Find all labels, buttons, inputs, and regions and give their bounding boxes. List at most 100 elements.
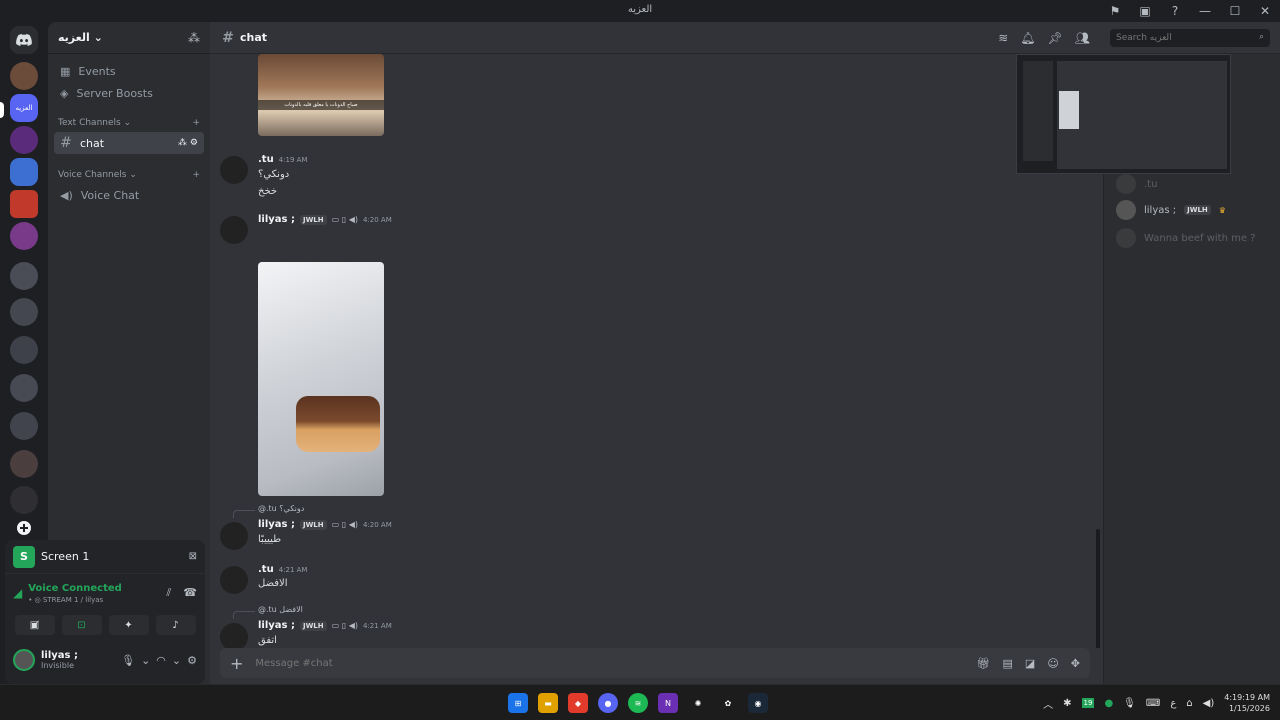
add-server-button[interactable] (10, 514, 38, 542)
member-item[interactable]: lilyas ; JWLH ♛ (1116, 200, 1226, 220)
soundboard-button[interactable]: ♪ (155, 615, 196, 635)
avatar[interactable] (220, 216, 248, 244)
guild-tag[interactable]: JWLH (299, 519, 327, 530)
avatar[interactable] (220, 156, 248, 184)
reply-preview[interactable]: @.tu الافضل (258, 605, 303, 614)
chevron-down-icon[interactable]: ⌄ (141, 654, 150, 667)
search-input[interactable] (1116, 32, 1246, 44)
signal-icon[interactable]: ◢ (13, 586, 22, 600)
steam-icon[interactable]: ◉ (748, 693, 768, 713)
file-explorer-icon[interactable]: ▬ (538, 693, 558, 713)
sidebar-item-server-boosts[interactable]: ◈ Server Boosts (54, 82, 204, 104)
chevron-down-icon[interactable]: ⌄ (172, 654, 181, 667)
gear-icon[interactable]: ⚙ (190, 138, 198, 148)
scrollbar[interactable] (1096, 529, 1100, 648)
brave-icon[interactable]: ◆ (568, 693, 588, 713)
server-icon[interactable] (10, 62, 38, 90)
tray-badge[interactable]: 19 (1081, 698, 1095, 708)
user-info[interactable]: lilyas ; Invisible (13, 649, 78, 671)
language-indicator[interactable]: ع (1170, 698, 1176, 709)
stop-stream-icon[interactable]: ⊠ (189, 551, 197, 562)
channel-voice-chat[interactable]: ◀) Voice Chat (54, 184, 204, 206)
emoji-icon[interactable]: ☺ (1047, 657, 1058, 670)
server-folder[interactable] (10, 336, 38, 364)
server-icon-active[interactable]: العزيه (10, 94, 38, 122)
inbox-icon[interactable]: ▣ (1130, 0, 1160, 22)
reply-preview[interactable]: @.tu دونكي؟ (258, 504, 304, 513)
gift-icon[interactable]: 🎁︎ (977, 657, 991, 670)
guild-tag[interactable]: JWLH (299, 214, 327, 225)
status-dot-icon[interactable]: ● (1104, 698, 1113, 709)
channel-chat[interactable]: # chat ⁂ ⚙ (54, 132, 204, 154)
slack-icon[interactable]: ✱ (1063, 698, 1071, 709)
sticker-icon[interactable]: ◪ (1025, 657, 1035, 670)
server-folder[interactable] (10, 262, 38, 290)
headphones-icon[interactable]: ◠ (156, 654, 166, 667)
gear-icon[interactable]: ⚙ (187, 654, 197, 667)
keyboard-icon[interactable]: ⌨ (1146, 698, 1160, 709)
bell-icon[interactable]: 🔔︎ (1020, 31, 1035, 45)
server-icon[interactable] (10, 190, 38, 218)
windows-start-icon[interactable]: ⊞ (508, 693, 528, 713)
member-item[interactable]: Wanna beef with me ? (1116, 228, 1255, 248)
message-author[interactable]: lilyas ; (258, 519, 295, 530)
invite-icon[interactable]: ⁂ (188, 31, 200, 45)
gif-icon[interactable]: ▤ (1003, 657, 1013, 670)
donut-photo-attachment[interactable] (258, 262, 384, 496)
server-folder[interactable] (10, 450, 38, 478)
inbox-flag-icon[interactable]: ⚑ (1100, 0, 1130, 22)
add-channel-icon[interactable]: + (192, 118, 200, 128)
guild-tag[interactable]: JWLH (299, 620, 327, 631)
sidebar-item-events[interactable]: ▦ Events (54, 60, 204, 82)
disconnect-icon[interactable]: ☎ (183, 586, 197, 600)
microphone-icon[interactable]: 🎙 (121, 654, 135, 667)
server-folder[interactable] (10, 412, 38, 440)
message-author[interactable]: .tu (258, 154, 274, 165)
server-icon[interactable] (10, 486, 38, 514)
mic-tray-icon[interactable]: 🎙 (1123, 698, 1136, 709)
server-icon[interactable] (10, 158, 38, 186)
steelseries-icon[interactable]: ✺ (688, 693, 708, 713)
guild-tag[interactable]: JWLH (1184, 205, 1211, 215)
message-author[interactable]: lilyas ; (258, 620, 295, 631)
avatar[interactable] (220, 522, 248, 550)
server-header[interactable]: العزيه ⌄ ⁂ (48, 22, 210, 54)
close-button[interactable]: ✕ (1250, 0, 1280, 22)
search-box[interactable]: ⌕ (1110, 29, 1270, 47)
category-voice-channels[interactable]: Voice Channels ⌄ + (54, 166, 204, 184)
invite-icon[interactable]: ⁂ (178, 138, 187, 148)
member-list-icon[interactable]: 👥︎ (1075, 31, 1090, 45)
help-icon[interactable]: ? (1160, 0, 1190, 22)
network-icon[interactable]: ⌂ (1186, 698, 1192, 709)
maximize-button[interactable]: ☐ (1220, 0, 1250, 22)
member-item[interactable]: .tu (1116, 174, 1157, 194)
camera-off-button[interactable]: ▣̸ (14, 615, 55, 635)
avatar[interactable] (220, 566, 248, 594)
spotify-icon[interactable]: ≋ (628, 693, 648, 713)
pin-icon[interactable]: 📌︎ (1048, 31, 1063, 45)
server-folder[interactable] (10, 374, 38, 402)
add-channel-icon[interactable]: + (192, 170, 200, 180)
avatar[interactable] (220, 623, 248, 648)
attach-plus-icon[interactable]: + (230, 654, 243, 673)
clock[interactable]: 4:19:19 AM 1/15/2026 (1224, 692, 1270, 714)
noise-suppression-icon[interactable]: ⫽ (166, 586, 171, 600)
volume-icon[interactable]: ◀) (1203, 698, 1215, 709)
apps-icon[interactable]: ✥ (1071, 657, 1080, 670)
server-folder[interactable] (10, 298, 38, 326)
discord-taskbar-icon[interactable]: ● (598, 693, 618, 713)
stream-preview-row[interactable]: S Screen 1 ⊠ (5, 540, 205, 574)
server-folder[interactable] (10, 222, 38, 250)
screen-share-button[interactable]: ⊡ (61, 615, 102, 635)
category-text-channels[interactable]: Text Channels ⌄ + (54, 114, 204, 132)
activity-button[interactable]: ✦ (108, 615, 149, 635)
threads-icon[interactable]: ≋ (998, 31, 1008, 45)
donut-image-attachment[interactable]: صباح الدونات يا معلق قلبه بالدونات (258, 54, 384, 136)
server-icon[interactable] (10, 126, 38, 154)
message-input[interactable] (255, 657, 856, 669)
minimize-button[interactable]: — (1190, 0, 1220, 22)
chatgpt-icon[interactable]: ✿ (718, 693, 738, 713)
message-author[interactable]: lilyas ; (258, 214, 295, 225)
voice-status[interactable]: Voice Connected (28, 583, 122, 594)
tray-chevron-icon[interactable]: ︿ (1043, 696, 1053, 711)
